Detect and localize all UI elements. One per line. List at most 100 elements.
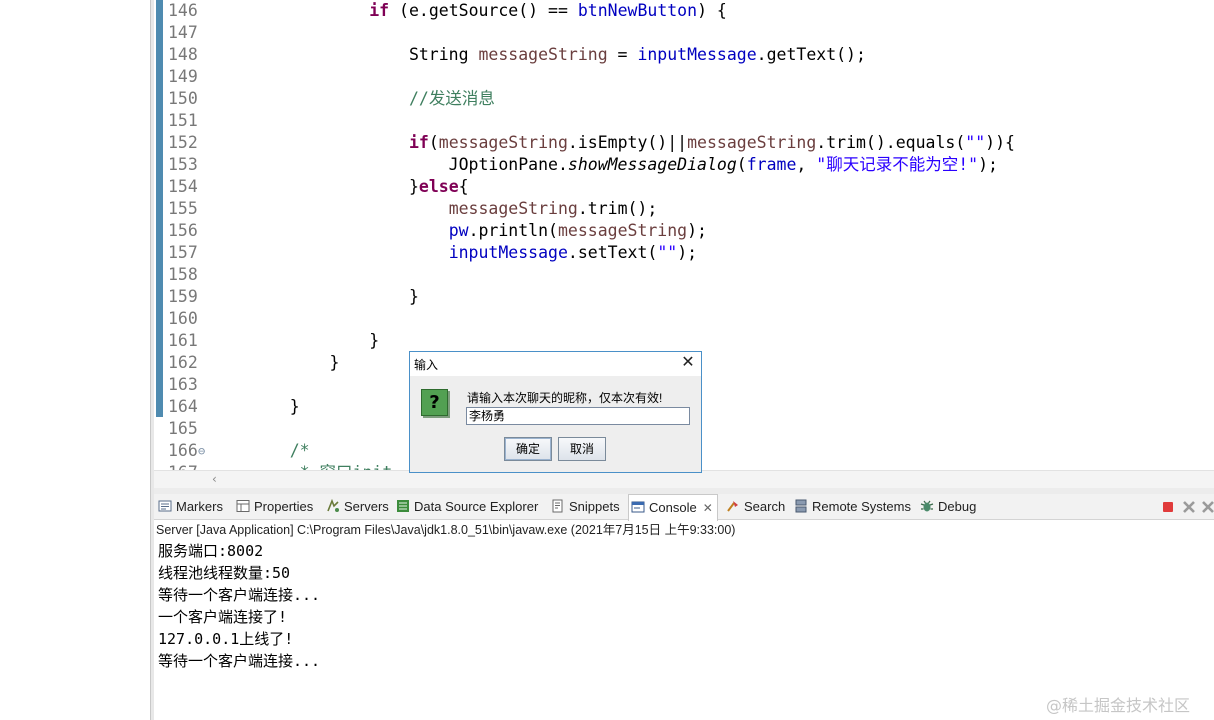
- terminate-icon[interactable]: [1160, 499, 1176, 515]
- cancel-button[interactable]: 取消: [558, 437, 606, 461]
- tab-label: Console: [649, 500, 697, 515]
- close-icon[interactable]: ✕: [703, 495, 713, 521]
- console-process-label: Server [Java Application] C:\Program Fil…: [156, 523, 736, 537]
- tab-label: Debug: [938, 499, 977, 514]
- code-token: );: [677, 243, 698, 262]
- tab-label: Snippets: [569, 499, 620, 514]
- line-number: 165: [168, 419, 198, 438]
- nickname-input[interactable]: 李杨勇: [466, 407, 690, 425]
- line-number: 161: [168, 331, 198, 350]
- tab-markers[interactable]: Markers: [158, 494, 223, 520]
- code-text: String messageString = inputMessage.getT…: [250, 44, 866, 66]
- code-line[interactable]: 160: [154, 308, 1214, 330]
- code-text: }: [250, 352, 339, 374]
- code-line[interactable]: 156 pw.println(messageString);: [154, 220, 1214, 242]
- code-line[interactable]: 147: [154, 22, 1214, 44]
- code-text: if(messageString.isEmpty()||messageStrin…: [250, 132, 1015, 154]
- code-token: .trim().equals(: [816, 133, 966, 152]
- code-token: "聊天记录不能为空!": [816, 155, 979, 174]
- line-number: 167: [168, 462, 204, 470]
- tab-label: Remote Systems: [812, 499, 911, 514]
- tab-servers[interactable]: Servers: [326, 494, 389, 520]
- tab-snippets[interactable]: Snippets: [551, 494, 620, 520]
- console-line: 127.0.0.1上线了!: [158, 630, 294, 648]
- code-line[interactable]: 151: [154, 110, 1214, 132]
- remove-launch-icon[interactable]: [1181, 499, 1197, 515]
- code-token: .isEmpty()||: [567, 133, 688, 152]
- code-text: }: [250, 330, 379, 352]
- input-dialog: 输入 ✕ ? 请输入本次聊天的昵称，仅本次有效! 李杨勇 确定 取消: [409, 351, 702, 473]
- code-line[interactable]: 161 }: [154, 330, 1214, 352]
- line-number: 146: [168, 1, 198, 20]
- tab-properties[interactable]: Properties: [236, 494, 313, 520]
- code-token: if: [408, 133, 429, 152]
- code-token: }: [250, 177, 419, 196]
- tab-debug[interactable]: Debug: [920, 494, 976, 520]
- code-text: JOptionPane.showMessageDialog(frame, "聊天…: [250, 154, 998, 176]
- console-line: 等待一个客户端连接...: [158, 586, 321, 604]
- code-token: =: [607, 45, 638, 64]
- tab-data-source-explorer[interactable]: Data Source Explorer: [396, 494, 538, 520]
- code-line[interactable]: 158: [154, 264, 1214, 286]
- debug-icon: [920, 496, 934, 512]
- left-gutter: [0, 0, 150, 720]
- dialog-message: 请输入本次聊天的昵称，仅本次有效!: [467, 391, 663, 405]
- console-line: 线程池线程数量:50: [158, 564, 291, 582]
- code-token: messageString: [478, 45, 608, 64]
- code-line[interactable]: 149: [154, 66, 1214, 88]
- code-token: .println(: [468, 221, 558, 240]
- remove-all-icon[interactable]: [1200, 499, 1214, 515]
- code-token: ,: [796, 155, 817, 174]
- code-line[interactable]: 148 String messageString = inputMessage.…: [154, 44, 1214, 66]
- tab-search[interactable]: Search: [726, 494, 785, 520]
- tab-label: Servers: [344, 499, 389, 514]
- code-token: .setText(: [567, 243, 658, 262]
- bottom-panel-tabbar: Markers Properties Servers Data Source Expl…: [154, 494, 1214, 521]
- dialog-titlebar[interactable]: 输入 ✕: [410, 352, 701, 376]
- scroll-left-icon[interactable]: ‹: [212, 472, 217, 486]
- line-number: 160: [168, 309, 198, 328]
- line-number: 147: [168, 23, 198, 42]
- watermark: @稀土掘金技术社区: [1046, 696, 1191, 715]
- code-token: messageString: [438, 133, 568, 152]
- code-text: //发送消息: [250, 88, 495, 110]
- code-line[interactable]: 153 JOptionPane.showMessageDialog(frame,…: [154, 154, 1214, 176]
- code-token: messageString: [557, 221, 688, 240]
- close-icon[interactable]: ✕: [679, 354, 697, 372]
- tab-remote-systems[interactable]: Remote Systems: [794, 494, 911, 520]
- code-line[interactable]: 155 messageString.trim();: [154, 198, 1214, 220]
- code-line[interactable]: 152 if(messageString.isEmpty()||messageS…: [154, 132, 1214, 154]
- line-number: 148: [168, 45, 198, 64]
- tab-label: Data Source Explorer: [414, 499, 539, 514]
- line-number: 164: [168, 397, 198, 416]
- code-line[interactable]: 146 if (e.getSource() == btnNewButton) {: [154, 0, 1214, 22]
- code-token: btnNewButton: [577, 1, 698, 20]
- code-line[interactable]: 157 inputMessage.setText("");: [154, 242, 1214, 264]
- code-token: }: [250, 397, 300, 416]
- ok-button[interactable]: 确定: [504, 437, 552, 461]
- code-token: else: [418, 177, 459, 196]
- code-line[interactable]: 159 }: [154, 286, 1214, 308]
- line-number: 155: [168, 199, 198, 218]
- code-line[interactable]: 154 }else{: [154, 176, 1214, 198]
- code-token: frame: [746, 155, 797, 174]
- tab-label: Properties: [254, 499, 314, 514]
- code-token: }: [250, 287, 419, 306]
- code-line[interactable]: 150 //发送消息: [154, 88, 1214, 110]
- console-line: 一个客户端连接了!: [158, 608, 288, 626]
- code-token: (: [428, 133, 439, 152]
- remote-systems-icon: [794, 496, 808, 513]
- code-token: );: [687, 221, 707, 240]
- code-token: pw: [448, 221, 469, 240]
- line-number: 157: [168, 243, 198, 262]
- console-icon: [631, 497, 645, 513]
- code-token: messageString: [687, 133, 817, 152]
- tab-console[interactable]: Console ✕: [628, 494, 718, 521]
- fold-toggle-icon[interactable]: ⊖: [198, 440, 205, 462]
- code-token: .getText();: [756, 45, 866, 64]
